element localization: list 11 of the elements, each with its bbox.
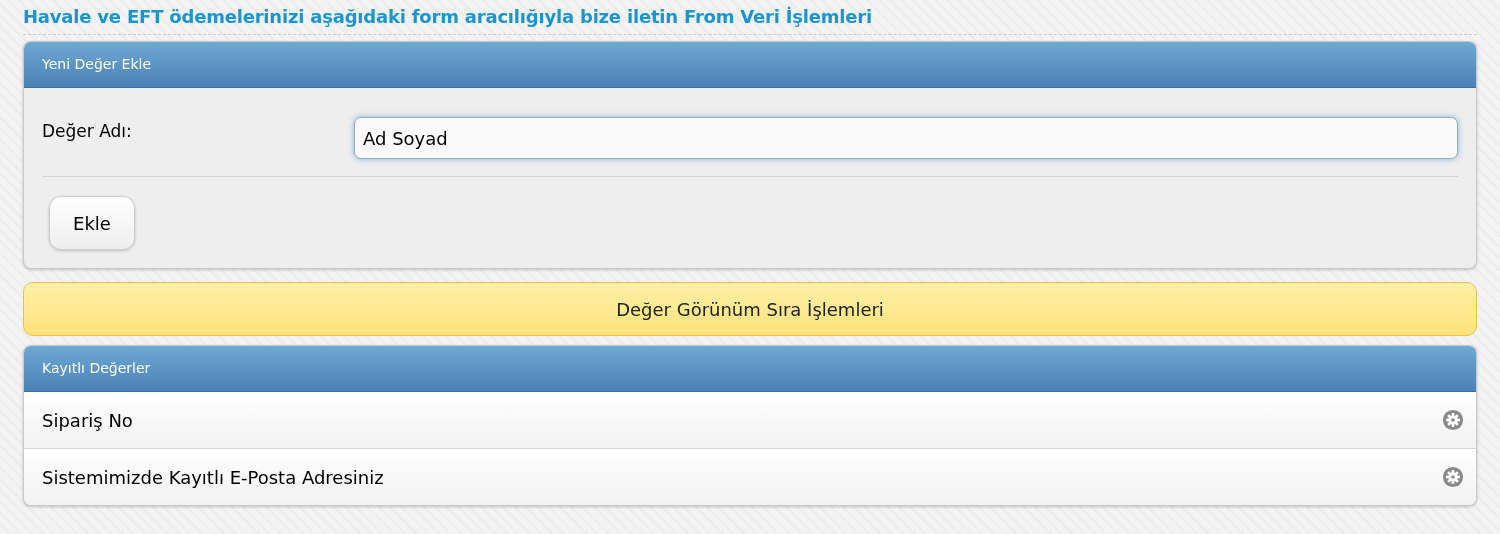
field-label: Değer Adı: — [42, 120, 133, 141]
page-title: Havale ve EFT ödemelerinizi aşağıdaki form aracılığıyla bize iletin From Veri İşlemleri — [23, 6, 1477, 35]
item-label: Sipariş No — [42, 409, 133, 431]
panel-header: Kayıtlı Değerler — [24, 346, 1476, 392]
add-button[interactable]: Ekle — [49, 196, 135, 250]
input-field[interactable]: Ad Soyad — [354, 117, 1458, 159]
gear-icon[interactable] — [1442, 409, 1464, 431]
item-label: Sistemimizde Kayıtlı E-Posta Adresiniz — [42, 466, 384, 488]
gear-icon[interactable] — [1442, 466, 1464, 488]
panel-header: Yeni Değer Ekle — [24, 42, 1476, 88]
order-button[interactable]: Değer Görünüm Sıra İşlemleri — [23, 282, 1477, 336]
